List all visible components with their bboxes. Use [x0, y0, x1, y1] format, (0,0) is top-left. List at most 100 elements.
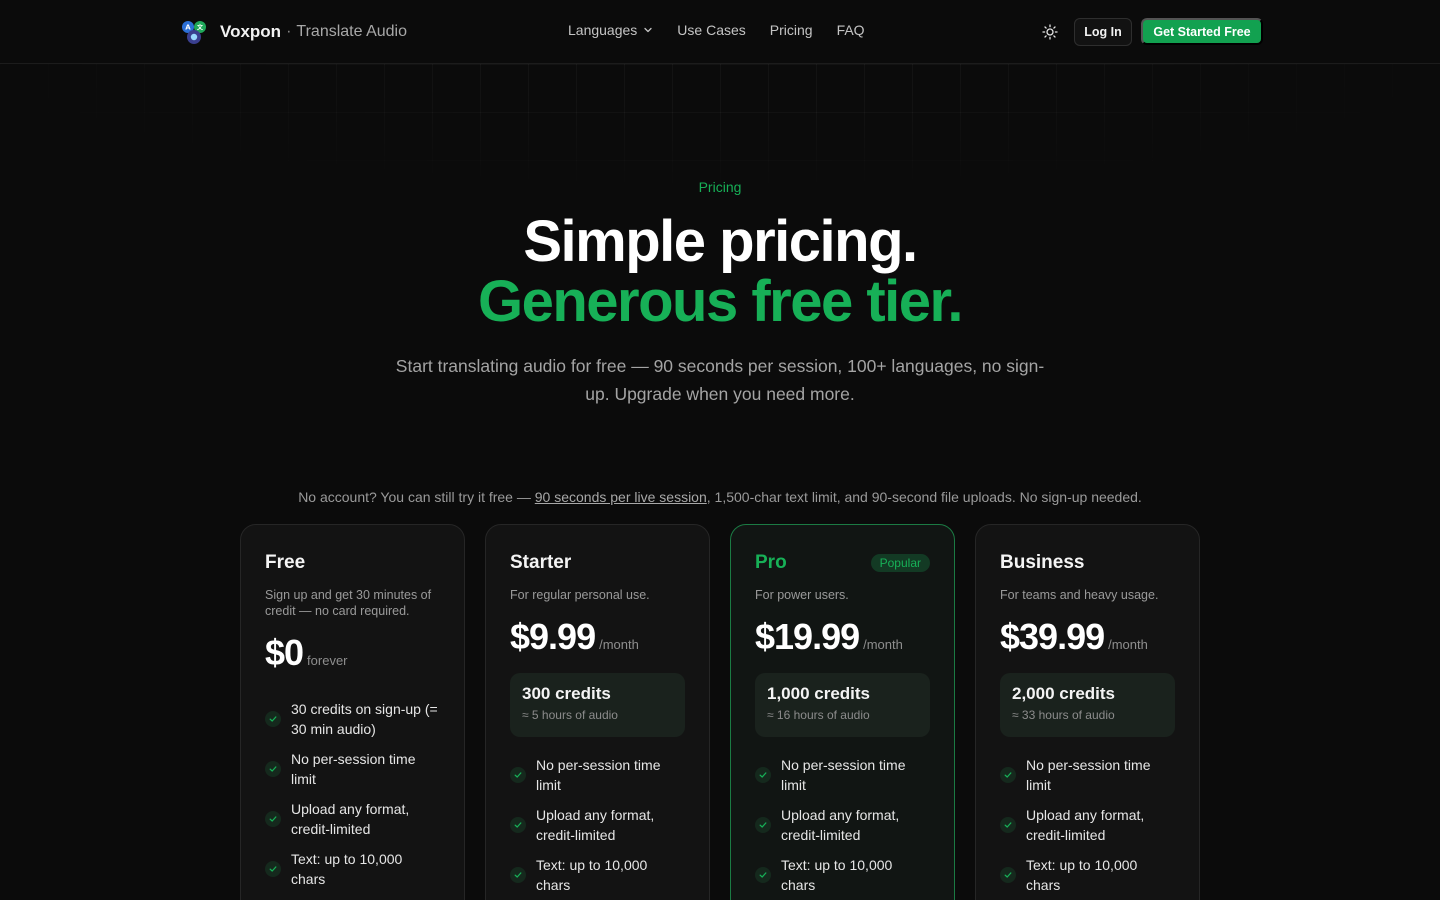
check-icon	[510, 817, 526, 833]
get-started-button[interactable]: Get Started Free	[1141, 18, 1263, 45]
plan-price-row: $39.99 /month	[1000, 615, 1175, 659]
plan-period: forever	[307, 653, 348, 668]
nav-languages-label: Languages	[568, 22, 638, 38]
notice-text-before: No account? You can still try it free —	[298, 489, 535, 505]
feature-item: Upload any format, credit-limited	[510, 805, 685, 845]
plan-header: Free	[265, 552, 440, 574]
plan-period: /month	[1108, 637, 1148, 652]
brand-separator: ·	[286, 23, 292, 40]
feature-text: No per-session time limit	[1026, 757, 1151, 793]
site-header: A 文 Voxpon · Translate Audio Languages U…	[0, 0, 1440, 64]
theme-toggle-button[interactable]	[1040, 22, 1060, 42]
plan-credits-hours: ≈ 33 hours of audio	[1012, 708, 1115, 722]
brand-subtitle: Translate Audio	[296, 23, 407, 40]
voxpon-logo-icon: A 文	[182, 21, 206, 44]
check-icon	[1000, 867, 1016, 883]
check-icon	[755, 767, 771, 783]
feature-text: No per-session time limit	[536, 757, 661, 793]
svg-text:A: A	[185, 24, 191, 32]
plan-features: No per-session time limit Upload any for…	[1000, 755, 1175, 895]
chevron-down-icon	[644, 27, 652, 33]
plan-price: $9.99	[510, 616, 596, 657]
no-account-notice: No account? You can still try it free — …	[0, 489, 1440, 505]
login-button[interactable]: Log In	[1074, 18, 1132, 46]
sun-icon	[1042, 24, 1058, 40]
feature-text: No per-session time limit	[781, 757, 906, 793]
plan-price: $19.99	[755, 616, 860, 657]
feature-item: Upload any format, credit-limited	[265, 799, 440, 839]
check-icon	[1000, 817, 1016, 833]
plan-description: For teams and heavy usage.	[1000, 588, 1159, 602]
plan-features: 30 credits on sign-up (= 30 min audio) N…	[265, 699, 440, 889]
feature-text: Upload any format, credit-limited	[291, 801, 410, 837]
plan-credits-box: 2,000 credits ≈ 33 hours of audio	[1000, 673, 1175, 737]
plan-name: Starter	[510, 552, 572, 573]
plan-credits: 1,000 credits	[767, 684, 871, 703]
plan-credits: 300 credits	[522, 684, 611, 703]
check-icon	[510, 767, 526, 783]
plan-price-row: $9.99 /month	[510, 615, 685, 659]
feature-text: Text: up to 10,000 chars	[536, 857, 648, 893]
feature-item: 30 credits on sign-up (= 30 min audio)	[265, 699, 440, 739]
brand-name: Voxpon	[220, 22, 282, 41]
check-icon	[265, 811, 281, 827]
plan-credits-box: 1,000 credits ≈ 16 hours of audio	[755, 673, 930, 737]
plan-name: Pro	[755, 552, 787, 573]
plan-credits-hours: ≈ 5 hours of audio	[522, 708, 618, 722]
plan-price: $0	[265, 632, 304, 673]
feature-text: Text: up to 10,000 chars	[1026, 857, 1138, 893]
plan-card-pro: Pro Popular For power users. $19.99 /mon…	[730, 524, 955, 900]
plan-name: Free	[265, 552, 306, 573]
live-session-link[interactable]: 90 seconds per live session	[535, 489, 707, 505]
feature-text: Text: up to 10,000 chars	[781, 857, 893, 893]
check-icon	[265, 761, 281, 777]
feature-text: Upload any format, credit-limited	[781, 807, 900, 843]
popular-badge: Popular	[870, 554, 930, 572]
hero-title-line2: Generous free tier.	[477, 269, 964, 334]
plan-name: Business	[1000, 552, 1085, 573]
feature-text: Upload any format, credit-limited	[1026, 807, 1145, 843]
hero-lead: Start translating audio for free — 90 se…	[395, 356, 1045, 404]
nav-languages[interactable]: Languages	[568, 22, 653, 38]
main-nav: Languages Use Cases Pricing FAQ	[568, 22, 865, 38]
check-icon	[755, 867, 771, 883]
section-eyebrow: Pricing	[698, 179, 742, 195]
plan-header: Business	[1000, 552, 1175, 574]
nav-pricing[interactable]: Pricing	[770, 22, 813, 38]
plan-card-free: Free Sign up and get 30 minutes of credi…	[240, 524, 465, 900]
feature-item: Upload any format, credit-limited	[755, 805, 930, 845]
feature-item: Text: up to 10,000 chars	[265, 849, 440, 889]
plan-card-starter: Starter For regular personal use. $9.99 …	[485, 524, 710, 900]
plan-price-row: $19.99 /month	[755, 615, 930, 659]
plan-features: No per-session time limit Upload any for…	[755, 755, 930, 895]
plan-header: Pro Popular	[755, 552, 930, 574]
svg-text:文: 文	[196, 24, 204, 32]
check-icon	[265, 861, 281, 877]
plan-credits-box: 300 credits ≈ 5 hours of audio	[510, 673, 685, 737]
plan-credits-hours: ≈ 16 hours of audio	[767, 708, 870, 722]
plan-period: /month	[599, 637, 639, 652]
notice-text-after: , 1,500-char text limit, and 90-second f…	[706, 489, 1142, 505]
feature-item: No per-session time limit	[755, 755, 930, 795]
plan-features: No per-session time limit Upload any for…	[510, 755, 685, 895]
plan-credits: 2,000 credits	[1012, 684, 1116, 703]
check-icon	[1000, 767, 1016, 783]
feature-item: Text: up to 10,000 chars	[510, 855, 685, 895]
plan-card-business: Business For teams and heavy usage. $39.…	[975, 524, 1200, 900]
feature-text: Upload any format, credit-limited	[536, 807, 655, 843]
check-icon	[755, 817, 771, 833]
feature-item: No per-session time limit	[510, 755, 685, 795]
nav-faq[interactable]: FAQ	[837, 22, 865, 38]
nav-use-cases[interactable]: Use Cases	[677, 22, 745, 38]
plan-description: Sign up and get 30 minutes of credit — n…	[265, 588, 432, 618]
plan-price-row: $0 forever	[265, 631, 440, 675]
feature-item: No per-session time limit	[265, 749, 440, 789]
brand[interactable]: A 文 Voxpon · Translate Audio	[180, 17, 407, 47]
feature-item: Upload any format, credit-limited	[1000, 805, 1175, 845]
plan-description: For regular personal use.	[510, 588, 650, 602]
feature-text: 30 credits on sign-up (= 30 min audio)	[291, 701, 438, 737]
plan-price: $39.99	[1000, 616, 1105, 657]
plan-header: Starter	[510, 552, 685, 574]
check-icon	[265, 711, 281, 727]
feature-item: No per-session time limit	[1000, 755, 1175, 795]
